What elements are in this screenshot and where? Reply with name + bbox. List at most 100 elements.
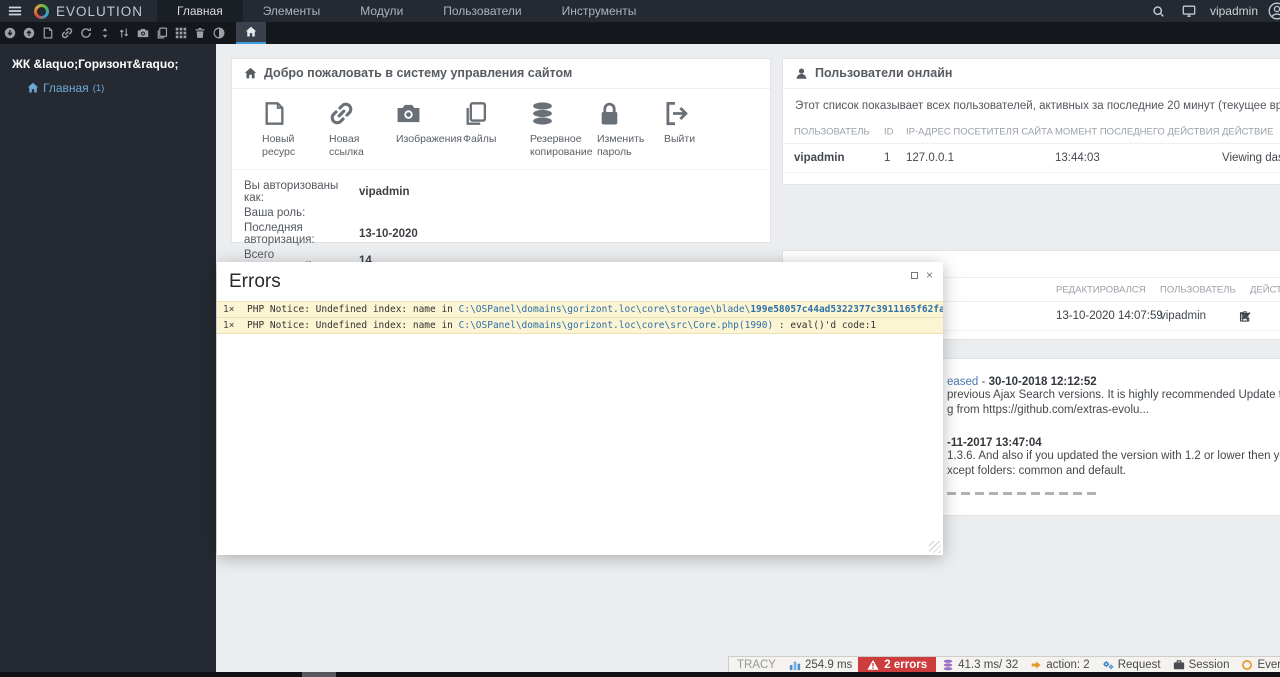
quick-toolbar [0,22,1280,44]
tracy-session[interactable]: Session [1167,657,1236,673]
auth-info-row: Вы авторизованы как: vipadmin [244,180,758,204]
resize-handle[interactable] [929,541,941,553]
circle-outline-icon [1242,660,1253,670]
menu-item-main[interactable]: Главная [157,0,243,22]
online-users-header: Пользователи онлайн [783,59,1280,89]
news-link[interactable]: eased [947,376,978,388]
expand-collapse-icon[interactable] [95,22,114,44]
horizontal-scrollbar[interactable] [0,672,1280,677]
errors-popup: Errors × 1× PHP Notice: Undefined index:… [217,262,943,555]
online-users-title: Пользователи онлайн [815,66,953,80]
separator: - [978,376,989,388]
circle-arrow-down-icon[interactable] [0,22,19,44]
tracy-event[interactable]: Event [1235,657,1280,673]
copy-icon [463,101,530,126]
quick-action-new-resource[interactable]: Новый ресурс [262,101,329,159]
warning-icon [867,659,879,670]
contrast-icon[interactable] [209,22,228,44]
quick-action-label: Новая ссылка [329,133,364,159]
scrollbar-thumb[interactable] [302,672,336,677]
error-suffix: : eval()'d code:1 [773,320,877,331]
trash-icon[interactable] [1238,310,1251,323]
sort-icon[interactable] [114,22,133,44]
images-icon[interactable] [133,22,152,44]
info-label: Ваша роль: [244,207,306,220]
quick-action-change-password[interactable]: Изменить пароль [597,101,664,159]
tracy-request[interactable]: Request [1096,657,1167,673]
menu-item-tools[interactable]: Инструменты [542,0,657,22]
news-body-line: xcept folders: common and default. [947,464,1126,477]
divider [947,417,1280,437]
error-count: 1× [223,304,235,315]
tracy-errors-badge[interactable]: 2 errors [858,657,937,673]
quick-action-images[interactable]: Изображения [396,101,463,159]
grid-icon[interactable] [171,22,190,44]
col-action: ДЕЙСТВИЕ [1250,284,1280,295]
bar-chart-icon [789,661,801,671]
tracy-time[interactable]: 254.9 ms [783,657,858,673]
duplicate-icon[interactable] [152,22,171,44]
quick-action-logout[interactable]: Выйти [664,101,731,159]
camera-icon [396,101,463,126]
tracy-database[interactable]: 41.3 ms/ 32 [936,657,1024,673]
lock-icon [597,101,664,126]
preview-site-icon[interactable] [1174,0,1204,22]
top-navbar: EVOLUTION Главная Элементы Модули Пользо… [0,0,1280,22]
new-link-icon[interactable] [57,22,76,44]
news-item: eased - 30-10-2018 12:12:52 previous Aja… [947,376,1280,417]
hamburger-menu-icon[interactable] [0,0,30,22]
tracy-action[interactable]: action: 2 [1024,657,1095,673]
col-action: ДЕЙСТВИЕ [1222,126,1274,137]
evolution-logo-icon [34,3,49,19]
quick-action-label: Изображения [396,133,462,145]
menu-item-modules[interactable]: Модули [340,0,423,22]
detach-window-icon[interactable] [910,271,918,279]
error-text: PHP Notice: Undefined index: name in [247,304,459,315]
circle-arrow-up-icon[interactable] [19,22,38,44]
news-item: -11-2017 13:47:04 1.3.6. And also if you… [947,437,1280,478]
info-label: Вы авторизованы как: [244,180,339,205]
online-users-description: Этот список показывает всех пользователе… [783,89,1280,120]
error-count: 1× [223,320,235,331]
cell-ip: 127.0.0.1 [906,152,954,164]
news-item-title: eased - 30-10-2018 12:12:52 [947,376,1280,388]
current-username[interactable]: vipadmin [1210,4,1258,18]
tracy-request-label: Request [1117,659,1161,671]
menu-item-users[interactable]: Пользователи [423,0,541,22]
quick-action-files[interactable]: Файлы [463,101,530,159]
close-icon[interactable]: × [926,269,933,281]
col-user: ПОЛЬЗОВАТЕЛЬ [1160,284,1236,295]
sidebar-item-home[interactable]: Главная (1) [27,81,216,95]
main-menu: Главная Элементы Модули Пользователи Инс… [157,0,656,22]
error-path[interactable]: C:\OSPanel\domains\gorizont.loc\core\src… [459,320,774,331]
sidebar-item-count: (1) [92,82,105,94]
tracy-event-label: Event [1257,659,1280,671]
site-title: ЖК &laquo;Горизонт&raquo; [12,57,179,71]
menu-item-elements[interactable]: Элементы [243,0,341,22]
tab-home[interactable] [236,22,266,44]
refresh-icon[interactable] [76,22,95,44]
quick-action-backup[interactable]: Резервное копирование [530,101,597,159]
cell-user: vipadmin [1160,310,1207,322]
avatar[interactable] [1268,2,1280,20]
quick-action-label: Изменить пароль [597,133,645,159]
cell-edited: 13-10-2020 14:07:59 [1056,310,1163,322]
errors-popup-controls: × [910,269,933,281]
info-value: 13-10-2020 [359,228,418,241]
quick-action-label: Резервное копирование [530,133,593,159]
trash-icon[interactable] [190,22,209,44]
logo-text: EVOLUTION [56,3,144,19]
errors-popup-title: Errors [229,271,281,292]
quick-action-new-link[interactable]: Новая ссылка [329,101,396,159]
tracy-label[interactable]: TRACY [729,659,783,671]
resource-tree-sidebar: ЖК &laquo;Горизонт&raquo; Главная (1) [0,44,216,672]
quick-actions-row: Новый ресурс Новая ссылка Изображения Фа… [232,89,770,161]
error-path[interactable]: C:\OSPanel\domains\gorizont.loc\core\sto… [459,304,751,315]
evolution-logo[interactable]: EVOLUTION [34,3,144,19]
news-date: -11-2017 13:47:04 [947,437,1042,449]
error-file-link[interactable]: 199e58057c44ad5322377c3911165f62fae6f73e… [750,304,943,315]
briefcase-icon [1173,660,1184,670]
search-icon[interactable] [1144,0,1174,22]
tracy-errors-count: 2 errors [884,659,928,671]
new-document-icon[interactable] [38,22,57,44]
